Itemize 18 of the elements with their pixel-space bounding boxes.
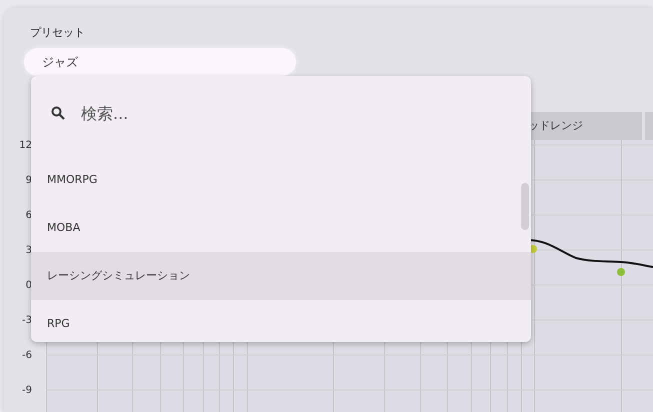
axis-label: 0 — [26, 279, 32, 293]
band-header — [645, 112, 653, 140]
axis-label: -6 — [22, 349, 32, 363]
axis-label: 3 — [26, 244, 32, 258]
axis-label: -3 — [22, 314, 32, 328]
axis-label: -9 — [22, 384, 32, 398]
menu-item[interactable]: MOBA — [31, 204, 531, 252]
preset-field[interactable]: ジャズ — [24, 48, 296, 76]
menu-item[interactable]: レーシングシミュレーション — [31, 252, 531, 300]
preset-label: プリセット — [30, 26, 86, 41]
menu-item[interactable]: MMORPG — [31, 156, 531, 204]
search-icon — [51, 106, 65, 120]
menu-item[interactable]: RPG — [31, 300, 531, 342]
band-point[interactable] — [617, 268, 625, 276]
axis-label: 12 — [19, 139, 32, 153]
scrollbar-thumb[interactable] — [521, 183, 529, 230]
axis-label: 9 — [26, 174, 32, 188]
axis-label: 6 — [26, 209, 32, 223]
